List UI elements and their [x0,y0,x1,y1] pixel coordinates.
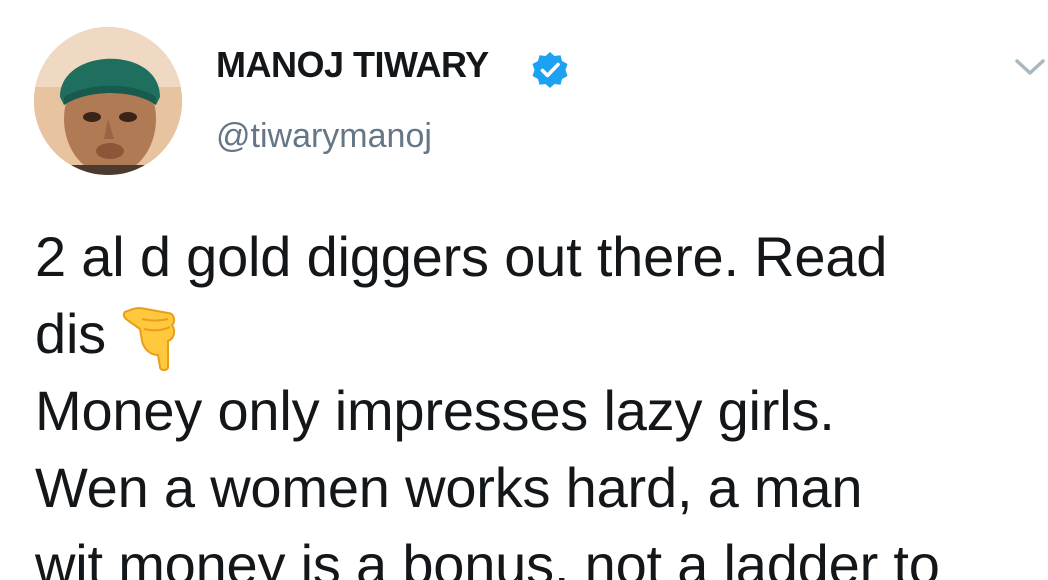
avatar-photo [34,27,182,175]
avatar[interactable] [34,27,182,175]
tweet-card: MANOJ TIWARY @tiwarymanoj 2 al d gold di… [0,0,1048,580]
display-name[interactable]: MANOJ TIWARY [216,44,489,86]
tweet-text: 2 al d gold diggers out there. Read dis … [35,218,1035,580]
backhand-index-pointing-down-icon [122,307,176,371]
tweet-line-with-emoji: dis [35,295,1035,372]
tweet-line: 2 al d gold diggers out there. Read [35,225,888,288]
tweet-line: dis [35,302,106,365]
tweet-line: Wen a women works hard, a man [35,456,863,519]
verified-badge-icon [532,52,568,88]
tweet-line: Money only impresses lazy girls. [35,379,835,442]
user-handle[interactable]: @tiwarymanoj [216,117,432,156]
chevron-down-icon[interactable] [1012,52,1048,82]
tweet-line: wit money is a bonus, not a ladder to [35,533,940,580]
